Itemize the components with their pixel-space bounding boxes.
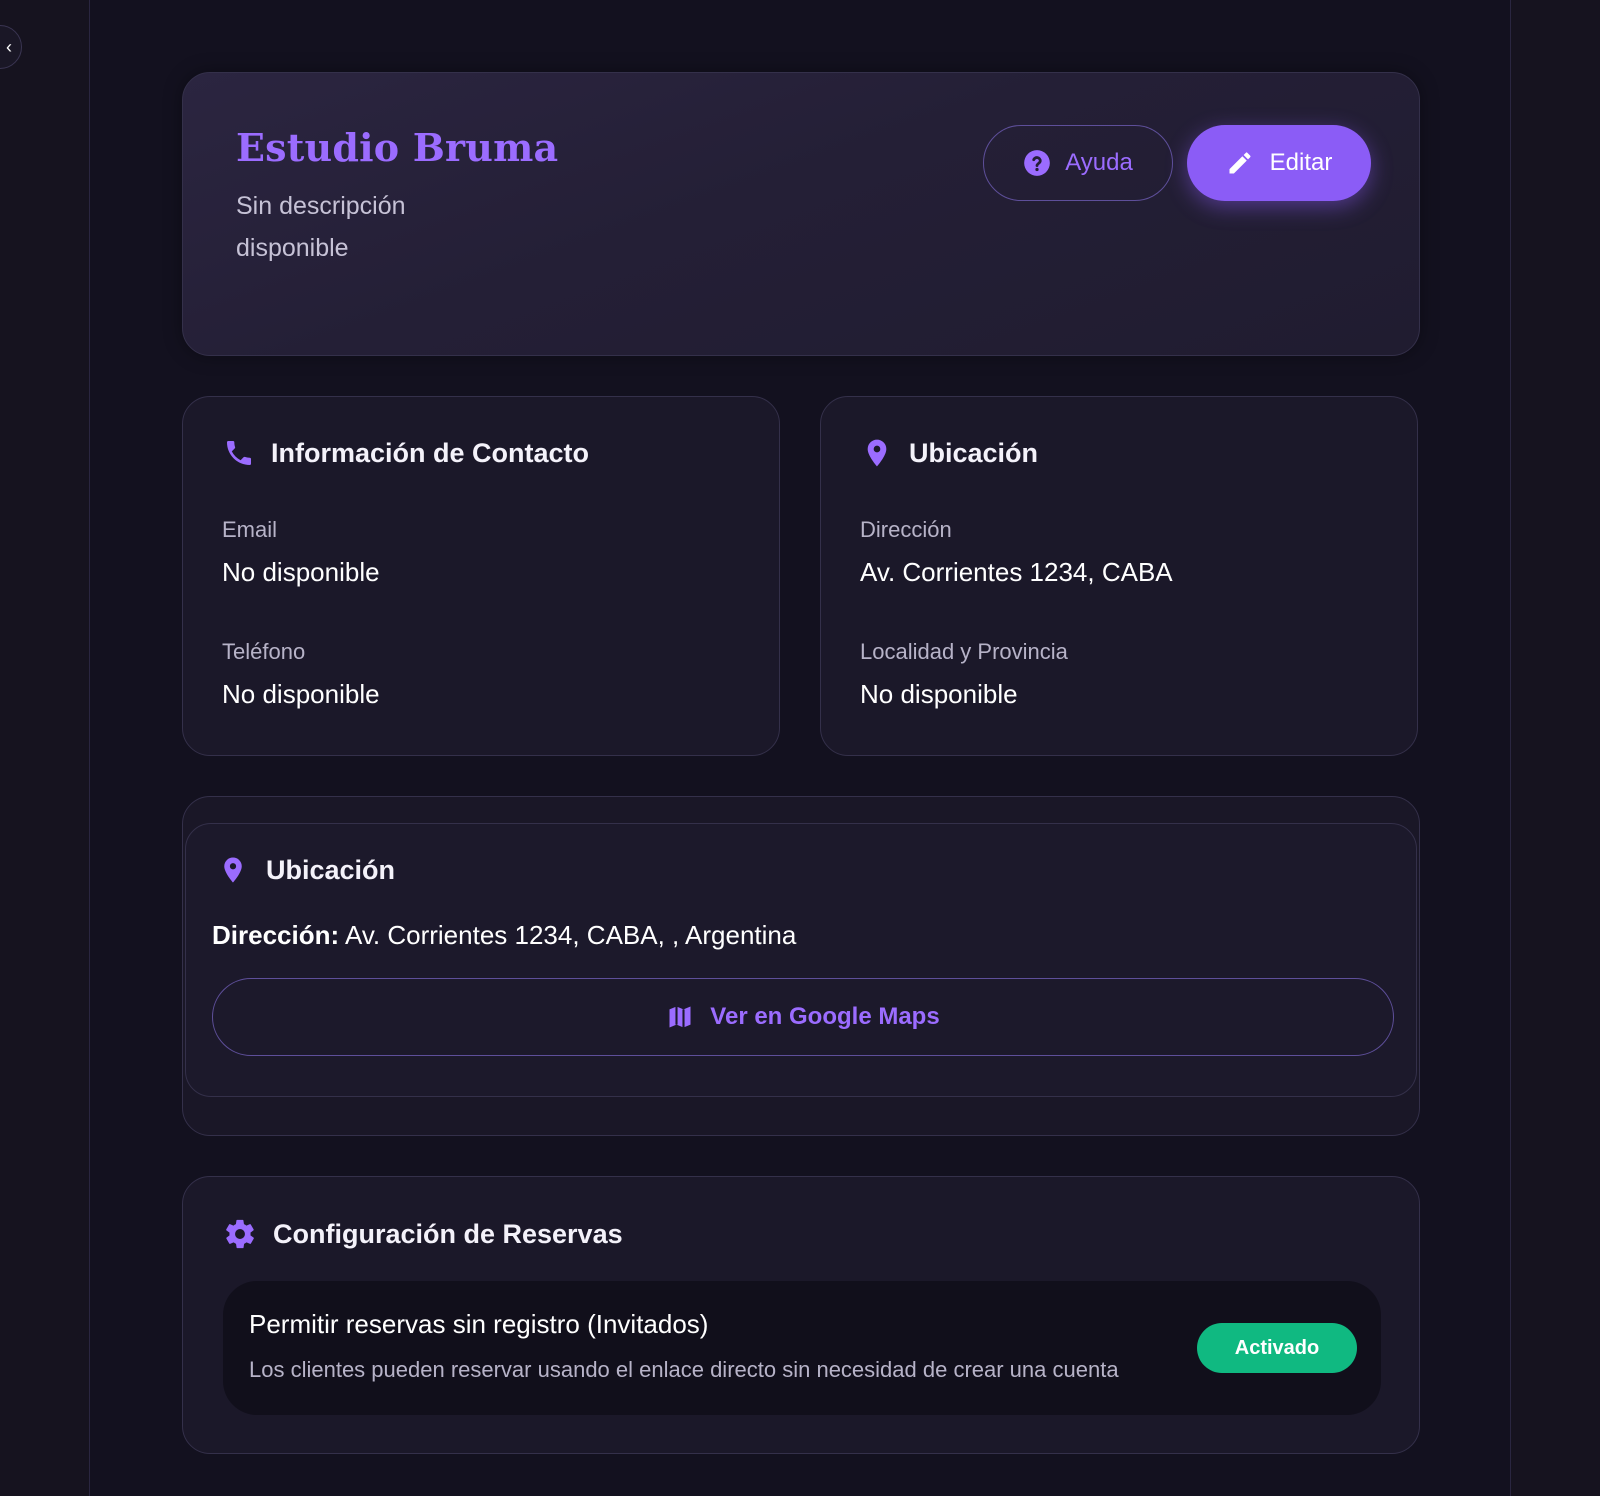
main-content: Estudio Bruma Sin descripción disponible… bbox=[90, 0, 1510, 1496]
help-button[interactable]: Ayuda bbox=[983, 125, 1173, 201]
map-address-label: Dirección: bbox=[212, 920, 340, 950]
guest-booking-toggle[interactable]: Activado bbox=[1197, 1323, 1357, 1373]
gear-icon bbox=[223, 1217, 257, 1251]
contact-info-card: Información de Contacto Email No disponi… bbox=[182, 396, 780, 756]
business-name: Estudio Bruma bbox=[236, 125, 559, 170]
right-sidebar bbox=[1510, 0, 1600, 1496]
map-card-title: Ubicación bbox=[266, 854, 396, 885]
left-sidebar: ‹ bbox=[0, 0, 90, 1496]
email-value: No disponible bbox=[222, 557, 380, 587]
page: ‹ Estudio Bruma Sin descripción disponib… bbox=[0, 0, 1600, 1496]
phone-label: Teléfono bbox=[222, 639, 306, 664]
map-card-header: Ubicación bbox=[218, 854, 395, 886]
locality-label: Localidad y Provincia bbox=[860, 639, 1068, 664]
contact-card-header: Información de Contacto bbox=[223, 437, 589, 469]
business-header-card: Estudio Bruma Sin descripción disponible… bbox=[182, 72, 1420, 356]
edit-button-label: Editar bbox=[1269, 149, 1333, 176]
location-card: Ubicación Dirección Av. Corrientes 1234,… bbox=[820, 396, 1418, 756]
google-maps-button[interactable]: Ver en Google Maps bbox=[212, 978, 1394, 1056]
guest-booking-option: Permitir reservas sin registro (Invitado… bbox=[223, 1281, 1381, 1415]
map-address-value: Av. Corrientes 1234, CABA, , Argentina bbox=[344, 920, 797, 950]
locality-value: No disponible bbox=[860, 679, 1018, 709]
map-icon bbox=[666, 1003, 694, 1031]
location-card-header: Ubicación bbox=[861, 437, 1038, 469]
business-description: Sin descripción disponible bbox=[236, 192, 406, 262]
guest-booking-description: Los clientes pueden reservar usando el e… bbox=[249, 1357, 1119, 1382]
google-maps-button-label: Ver en Google Maps bbox=[710, 1003, 940, 1030]
map-address: Dirección: Av. Corrientes 1234, CABA, , … bbox=[212, 920, 796, 951]
location-card-title: Ubicación bbox=[909, 437, 1039, 468]
map-pin-icon bbox=[218, 854, 248, 886]
address-value: Av. Corrientes 1234, CABA bbox=[860, 557, 1173, 587]
edit-button[interactable]: Editar bbox=[1187, 125, 1371, 201]
address-label: Dirección bbox=[860, 517, 952, 542]
map-section: Ubicación Dirección: Av. Corrientes 1234… bbox=[182, 796, 1420, 1136]
map-card: Ubicación Dirección: Av. Corrientes 1234… bbox=[185, 823, 1417, 1097]
phone-value: No disponible bbox=[222, 679, 380, 709]
help-button-label: Ayuda bbox=[1065, 149, 1133, 176]
chevron-left-icon: ‹ bbox=[6, 36, 12, 57]
phone-icon bbox=[223, 437, 255, 469]
booking-card-header: Configuración de Reservas bbox=[223, 1217, 623, 1251]
help-circle-icon bbox=[1023, 149, 1051, 177]
sidebar-collapse-button[interactable]: ‹ bbox=[0, 25, 22, 69]
booking-config-card: Configuración de Reservas Permitir reser… bbox=[182, 1176, 1420, 1454]
booking-card-title: Configuración de Reservas bbox=[273, 1218, 623, 1249]
email-label: Email bbox=[222, 517, 278, 542]
contact-card-title: Información de Contacto bbox=[271, 437, 590, 468]
pencil-icon bbox=[1226, 149, 1254, 177]
guest-booking-title: Permitir reservas sin registro (Invitado… bbox=[249, 1309, 709, 1339]
map-pin-icon bbox=[861, 437, 893, 469]
